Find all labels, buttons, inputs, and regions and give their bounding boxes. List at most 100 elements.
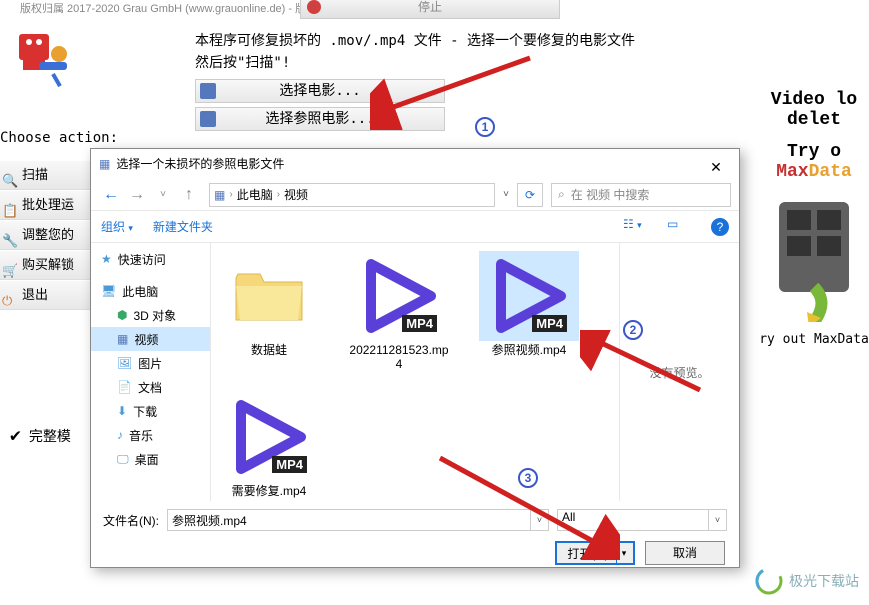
file-name-label: 202211281523.mp4	[349, 343, 449, 372]
pc-icon: 🖥	[101, 284, 116, 298]
nav-up-button[interactable]: ↑	[177, 183, 201, 207]
chevron-down-icon[interactable]: ˅	[530, 510, 548, 530]
help-button[interactable]: ?	[711, 218, 729, 236]
breadcrumb-bar[interactable]: ▦ › 此电脑 › 视频	[209, 183, 495, 207]
crumb-videos[interactable]: 视频	[284, 186, 308, 203]
copyright-text: 版权归属 2017-2020 Grau GmbH (www.grauonline…	[20, 0, 317, 16]
film-icon	[200, 111, 216, 127]
refresh-button[interactable]: ⟳	[517, 183, 543, 207]
new-folder-button[interactable]: 新建文件夹	[153, 218, 213, 235]
video-folder-icon: ▦	[117, 332, 128, 346]
app-logo	[15, 30, 75, 90]
filename-input[interactable]: 参照视频.mp4 ˅	[167, 509, 549, 531]
check-icon: ✔	[10, 425, 21, 446]
film-icon	[200, 83, 216, 99]
view-options-button[interactable]: ☷ ▾	[623, 217, 647, 237]
mp4-icon: MP4	[489, 256, 569, 336]
sidebar-scan[interactable]: 🔍扫描	[0, 160, 90, 190]
no-preview-text: 没有预览。	[649, 364, 709, 381]
select-reference-movie-button[interactable]: 选择参照电影...	[195, 107, 445, 131]
nav-this-pc[interactable]: 🖥此电脑	[91, 279, 210, 303]
filetype-filter[interactable]: All ˅	[557, 509, 727, 531]
ad-headline-2: delet	[759, 110, 869, 130]
nav-pictures[interactable]: 🖼图片	[91, 351, 210, 375]
download-icon: ⬇	[117, 404, 127, 418]
filename-label: 文件名(N):	[103, 512, 159, 529]
search-input[interactable]: ⌕ 在 视频 中搜索	[551, 183, 731, 207]
nav-videos[interactable]: ▦视频	[91, 327, 210, 351]
select-movie-button[interactable]: 选择电影...	[195, 79, 445, 103]
picture-icon: 🖼	[117, 356, 132, 370]
sidebar-batch[interactable]: 📋批处理运	[0, 190, 90, 220]
sidebar-adjust[interactable]: 🔧调整您的	[0, 220, 90, 250]
dialog-nav-bar: ← → ˅ ↑ ▦ › 此电脑 › 视频 ˅ ⟳ ⌕ 在 视频 中搜索	[91, 179, 739, 211]
nav-quick-access[interactable]: ★快速访问	[91, 247, 210, 271]
folder-icon	[234, 268, 304, 324]
instruction-line-2: 然后按"扫描"!	[195, 52, 635, 74]
star-icon: ★	[101, 252, 112, 266]
search-placeholder: 在 视频 中搜索	[571, 186, 650, 203]
close-button[interactable]: ✕	[701, 152, 731, 176]
file-open-dialog: ▦ 选择一个未损坏的参照电影文件 ✕ ← → ˅ ↑ ▦ › 此电脑 › 视频 …	[90, 148, 740, 568]
mp4-icon: MP4	[229, 397, 309, 477]
chevron-down-icon[interactable]: ˅	[708, 510, 726, 530]
instructions: 本程序可修复损坏的 .mov/.mp4 文件 - 选择一个要修复的电影文件 然后…	[195, 30, 635, 131]
nav-3d-objects[interactable]: ⬢3D 对象	[91, 303, 210, 327]
list-icon: 📋	[2, 197, 18, 213]
right-advertisement: Video lo delet Try o MaxData ry out MaxD…	[759, 90, 869, 347]
preview-pane-button[interactable]: ▭	[667, 217, 691, 237]
document-icon: 📄	[117, 380, 132, 394]
preview-pane: 没有预览。	[619, 243, 739, 501]
nav-desktop[interactable]: 🖵桌面	[91, 447, 210, 471]
film-icon: ▦	[99, 149, 110, 179]
film-reel-icon	[769, 192, 859, 322]
ad-headline-1: Video lo	[759, 90, 869, 110]
dialog-footer: 文件名(N): 参照视频.mp4 ˅ All ˅ 打开(O) 取消	[91, 501, 739, 569]
sidebar-exit[interactable]: ⏻退出	[0, 280, 90, 310]
ad-try: Try o	[759, 142, 869, 162]
nav-forward-button[interactable]: →	[125, 183, 149, 207]
nav-documents[interactable]: 📄文档	[91, 375, 210, 399]
ad-brand: MaxData	[759, 162, 869, 182]
video-file-item[interactable]: MP4 202211281523.mp4	[349, 251, 449, 372]
cube-icon: ⬢	[117, 308, 127, 322]
power-icon: ⏻	[2, 287, 18, 303]
ad-try-bottom: ry out MaxData	[759, 332, 869, 347]
nav-music[interactable]: ♪音乐	[91, 423, 210, 447]
cart-icon: 🛒	[2, 257, 18, 273]
full-mode-label: 完整模	[29, 426, 71, 446]
nav-back-button[interactable]: ←	[99, 183, 123, 207]
crumb-this-pc[interactable]: 此电脑	[237, 186, 273, 203]
action-sidebar: 🔍扫描 📋批处理运 🔧调整您的 🛒购买解锁 ⏻退出	[0, 160, 90, 310]
film-icon: ▦	[214, 188, 225, 202]
organize-menu[interactable]: 组织 ▾	[101, 218, 133, 235]
nav-downloads[interactable]: ⬇下载	[91, 399, 210, 423]
navigation-pane: ★快速访问 🖥此电脑 ⬢3D 对象 ▦视频 🖼图片 📄文档 ⬇下载 ♪音乐 🖵桌…	[91, 243, 211, 501]
file-name-label: 数据蛙	[219, 343, 319, 357]
cancel-button[interactable]: 取消	[645, 541, 725, 565]
chevron-right-icon: ›	[277, 189, 280, 200]
full-mode-checkbox[interactable]: ✔ 完整模	[10, 425, 71, 446]
wrench-icon: 🔧	[2, 227, 18, 243]
file-name-label: 参照视频.mp4	[479, 343, 579, 357]
video-file-item-selected[interactable]: MP4 参照视频.mp4	[479, 251, 579, 372]
search-icon: ⌕	[558, 187, 565, 202]
dialog-titlebar: ▦ 选择一个未损坏的参照电影文件 ✕	[91, 149, 739, 179]
choose-action-label: Choose action:	[0, 130, 118, 146]
watermark: 极光下载站	[755, 567, 859, 595]
nav-recent-button[interactable]: ˅	[151, 183, 175, 207]
desktop-icon: 🖵	[117, 452, 129, 467]
chevron-down-icon[interactable]: ˅	[503, 189, 509, 200]
music-icon: ♪	[117, 428, 123, 442]
file-list-pane[interactable]: 数据蛙 MP4 202211281523.mp4 MP4 参照视频.mp4 MP…	[211, 243, 619, 501]
search-icon: 🔍	[2, 167, 18, 183]
step-badge-1: 1	[475, 117, 495, 137]
aurora-logo-icon	[755, 567, 783, 595]
dialog-title-text: 选择一个未损坏的参照电影文件	[116, 149, 284, 179]
instruction-line-1: 本程序可修复损坏的 .mov/.mp4 文件 - 选择一个要修复的电影文件	[195, 30, 635, 52]
stop-button[interactable]: 停止	[300, 0, 560, 19]
open-button[interactable]: 打开(O)	[555, 541, 635, 565]
sidebar-purchase[interactable]: 🛒购买解锁	[0, 250, 90, 280]
folder-item[interactable]: 数据蛙	[219, 251, 319, 372]
video-file-item[interactable]: MP4 需要修复.mp4	[219, 392, 319, 498]
